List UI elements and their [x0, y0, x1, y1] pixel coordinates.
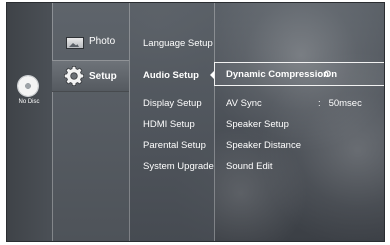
submenu-item-hdmi-setup[interactable]: HDMI Setup [143, 119, 195, 130]
option-av-sync-value: : 50msec [318, 98, 362, 109]
left-panel [7, 3, 52, 241]
submenu-item-display-setup[interactable]: Display Setup [143, 98, 202, 109]
option-value: : On [318, 69, 338, 80]
menu-item-label: Photo [89, 36, 116, 47]
option-speaker-distance[interactable]: Speaker Distance [226, 140, 301, 151]
menu-item-label: Setup [89, 71, 117, 82]
option-speaker-setup[interactable]: Speaker Setup [226, 119, 289, 130]
disc-status-label: No Disc [18, 99, 40, 105]
divider [214, 3, 215, 241]
photo-icon [66, 37, 84, 49]
disc-icon [18, 76, 38, 96]
option-av-sync[interactable]: AV Sync [226, 98, 262, 109]
gear-icon [64, 66, 84, 86]
submenu-item-system-upgrade[interactable]: System Upgrade [143, 161, 214, 172]
option-label: Dynamic Compression [226, 69, 329, 80]
menu-item-photo[interactable]: Photo [52, 28, 129, 53]
setup-menu-screen: No Disc Photo Setup Language Setup Audio… [6, 2, 385, 242]
submenu-item-language-setup[interactable]: Language Setup [143, 38, 213, 49]
submenu-item-parental-setup[interactable]: Parental Setup [143, 140, 206, 151]
menu-item-setup[interactable]: Setup [52, 60, 129, 92]
option-sound-edit[interactable]: Sound Edit [226, 161, 272, 172]
submenu-item-audio-setup[interactable]: Audio Setup [143, 70, 199, 81]
option-dynamic-compression[interactable]: Dynamic Compression : On [210, 62, 384, 86]
left-arrow-icon [210, 71, 214, 79]
divider [129, 3, 130, 241]
